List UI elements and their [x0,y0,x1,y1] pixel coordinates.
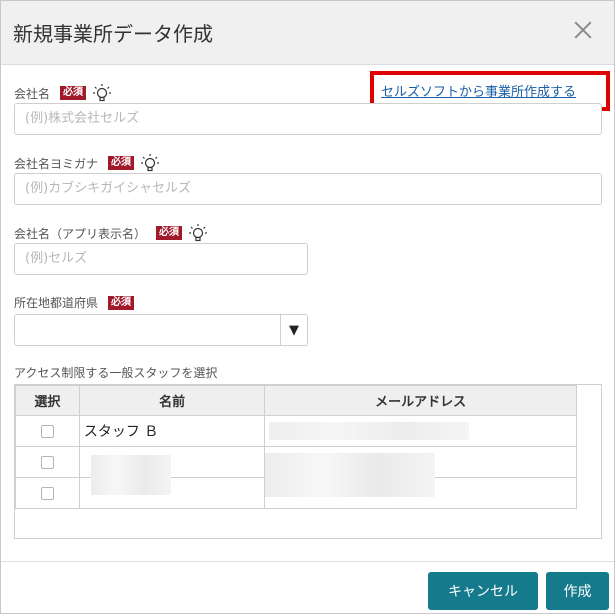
create-from-cells-soft-link[interactable]: セルズソフトから事業所作成する [381,81,576,100]
lightbulb-icon[interactable] [188,223,208,243]
select-cell [15,477,80,509]
staff-checkbox[interactable] [40,486,54,500]
redacted-email [269,422,470,440]
company-name-label-text: 会社名 [14,86,51,101]
required-badge: 必須 [60,86,87,100]
staff-checkbox[interactable] [40,424,54,438]
company-name-input[interactable]: (例)株式会社セルズ [14,103,602,135]
company-app-label-text: 会社名（アプリ表示名） [14,226,147,241]
prefecture-select[interactable]: ▼ [14,314,308,346]
company-kana-input[interactable]: (例)カブシキガイシャセルズ [14,173,602,205]
company-app-input[interactable]: (例)セルズ [14,243,308,275]
column-header-select: 選択 [15,385,80,416]
name-cell: スタッフ Ｂ [78,415,266,447]
company-name-label: 会社名 必須 [14,83,112,103]
dialog-title: 新規事業所データ作成 [13,22,213,46]
redacted-email [265,453,435,497]
prefecture-label: 所在地都道府県 必須 [14,294,135,311]
column-header-name: 名前 [78,385,266,416]
column-header-email: メールアドレス [264,385,577,416]
redacted-name [91,455,171,495]
close-icon[interactable] [572,19,594,41]
new-office-dialog: 新規事業所データ作成 セルズソフトから事業所作成する 会社名 必須 (例)株式会… [0,0,615,614]
select-cell [15,415,80,447]
staff-table-container[interactable]: 選択 名前 メールアドレス スタッフ Ｂ [14,384,602,539]
required-badge: 必須 [108,295,135,310]
company-kana-label-text: 会社名ヨミガナ [14,156,99,171]
required-badge: 必須 [108,156,135,170]
staff-section-label: アクセス制限する一般スタッフを選択 [14,366,218,380]
lightbulb-icon[interactable] [140,153,160,173]
prefecture-label-text: 所在地都道府県 [14,296,99,310]
dialog-header: 新規事業所データ作成 [1,1,614,65]
create-button[interactable]: 作成 [546,572,609,610]
lightbulb-icon[interactable] [92,83,112,103]
chevron-down-icon[interactable]: ▼ [280,315,307,345]
required-badge: 必須 [156,226,183,240]
table-row: スタッフ Ｂ [15,415,577,447]
staff-checkbox[interactable] [40,455,54,469]
cancel-button[interactable]: キャンセル [428,572,538,610]
email-cell [264,415,577,447]
select-cell [15,446,80,478]
company-app-label: 会社名（アプリ表示名） 必須 [14,223,208,243]
company-kana-label: 会社名ヨミガナ 必須 [14,153,160,173]
